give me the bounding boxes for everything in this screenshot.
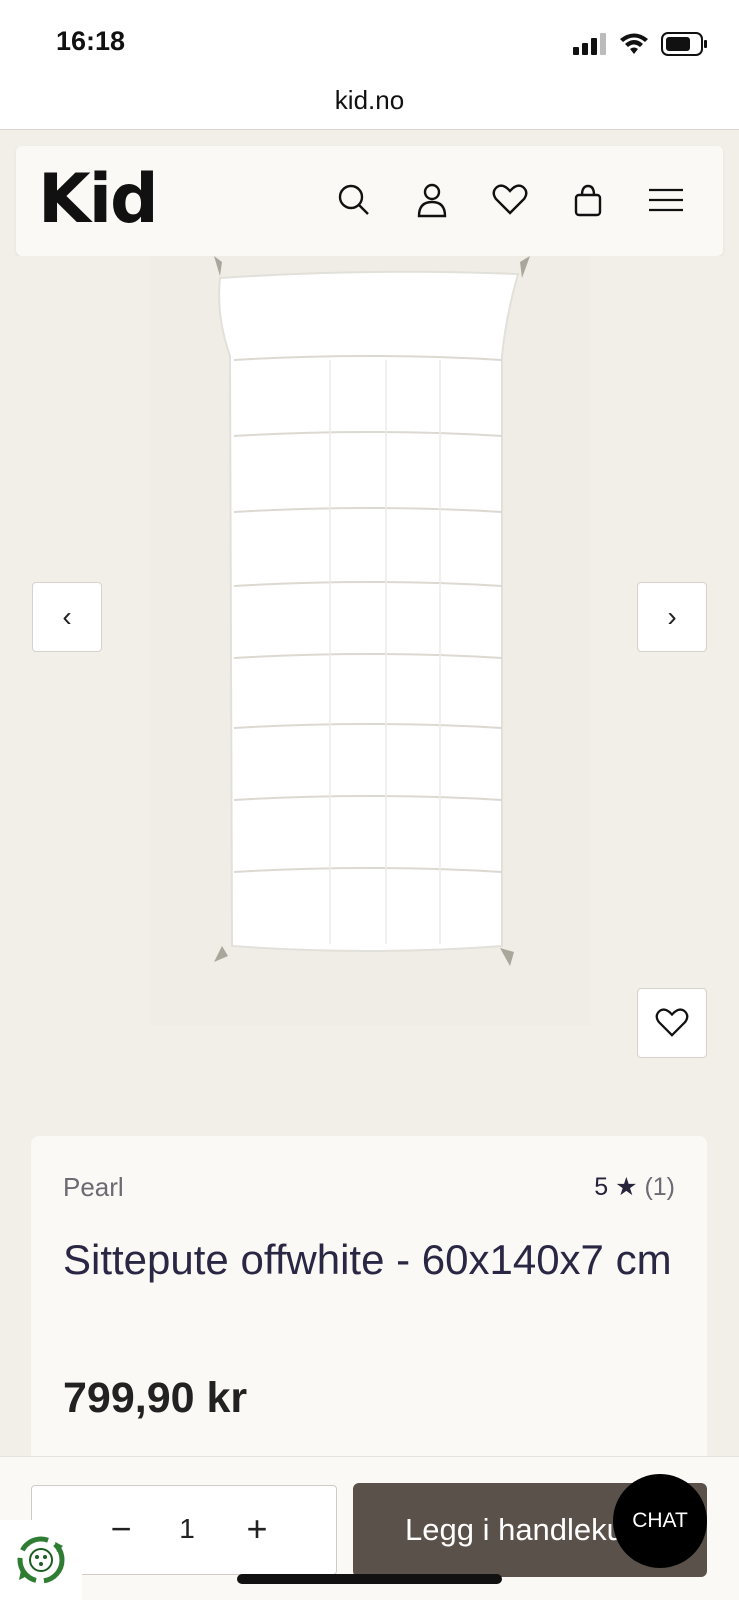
recycle-badge[interactable] [0, 1520, 82, 1600]
battery-icon [661, 32, 707, 56]
product-brand[interactable]: Pearl [63, 1172, 124, 1203]
cushion-illustration [214, 256, 530, 966]
signal-icon [573, 33, 606, 55]
chat-button[interactable]: CHAT [613, 1474, 707, 1568]
home-indicator [237, 1574, 502, 1584]
status-bar: 16:18 [0, 0, 739, 88]
product-gallery: ‹ › [0, 256, 739, 1076]
menu-icon[interactable] [644, 178, 688, 222]
quantity-increase-button[interactable]: + [232, 1504, 282, 1554]
recycle-icon [17, 1536, 65, 1584]
url-text: kid.no [334, 85, 405, 115]
cart-icon[interactable] [566, 178, 610, 222]
status-icons [573, 32, 709, 56]
site-header: Kid [16, 146, 723, 256]
gallery-prev-button[interactable]: ‹ [32, 582, 102, 652]
product-image[interactable] [150, 256, 590, 1026]
product-rating[interactable]: 5 ★ (1) [594, 1172, 675, 1202]
add-to-wishlist-button[interactable] [637, 988, 707, 1058]
product-price: 799,90 kr [63, 1374, 248, 1422]
status-time: 16:18 [56, 26, 126, 56]
wishlist-icon[interactable] [488, 178, 532, 222]
chevron-right-icon: › [667, 601, 677, 632]
wifi-icon [620, 33, 648, 54]
account-icon[interactable] [410, 178, 454, 222]
site-logo[interactable]: Kid [38, 160, 159, 239]
product-info-card: Pearl 5 ★ (1) Sittepute offwhite - 60x14… [31, 1136, 707, 1476]
search-icon[interactable] [332, 178, 376, 222]
rating-count: (1) [644, 1173, 675, 1201]
product-title: Sittepute offwhite - 60x140x7 cm [63, 1236, 672, 1283]
heart-icon [655, 1008, 689, 1037]
chevron-left-icon: ‹ [62, 601, 72, 632]
gallery-next-button[interactable]: › [637, 582, 707, 652]
quantity-value[interactable]: 1 [157, 1502, 217, 1556]
rating-value: 5 ★ [594, 1173, 638, 1201]
url-bar[interactable]: kid.no [0, 80, 739, 130]
quantity-decrease-button[interactable]: − [96, 1504, 146, 1554]
